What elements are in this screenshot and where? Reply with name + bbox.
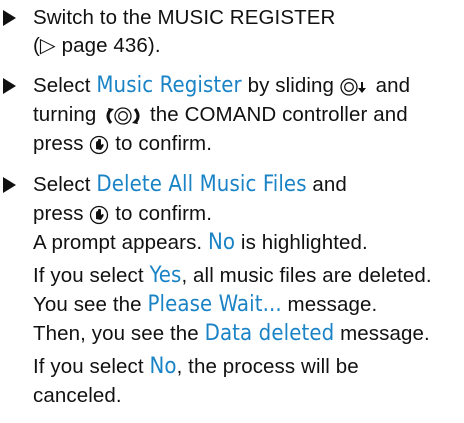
step-3-line-1: Select Delete All Music Files and <box>33 172 347 197</box>
please-wait-message: Please Wait... <box>147 292 282 317</box>
music-register-option: Music Register <box>96 73 242 98</box>
no-option: No <box>208 230 236 255</box>
controller-press-icon <box>89 205 109 225</box>
no-option: No <box>149 354 177 379</box>
step-2-line-3: press to confirm. <box>33 132 213 155</box>
controller-turn-icon <box>102 106 144 126</box>
step-2-line-2: turning the COMAND controller and <box>33 103 408 126</box>
please-wait-text: You see the Please Wait... message. <box>33 292 378 317</box>
data-deleted-text: Then, you see the Data deleted message. <box>33 321 430 346</box>
step-3-line-2: press to confirm. <box>33 202 213 225</box>
bullet-triangle-icon <box>3 10 16 26</box>
delete-all-music-files-option: Delete All Music Files <box>96 172 307 197</box>
select-no-text: If you select No, the process will be <box>33 354 359 379</box>
yes-option: Yes <box>149 263 182 288</box>
bullet-triangle-icon <box>3 177 16 193</box>
step-1-line-1: Switch to the MUSIC REGISTER <box>33 6 336 29</box>
controller-press-icon <box>89 135 109 155</box>
data-deleted-message: Data deleted <box>204 321 335 346</box>
step-1-line-2: (▷ page 436). <box>33 34 161 57</box>
controller-slide-down-icon <box>340 77 370 97</box>
bullet-triangle-icon <box>3 78 16 94</box>
step-2-line-1: Select Music Register by sliding and <box>33 73 411 98</box>
select-no-text-line-2: canceled. <box>33 384 122 407</box>
select-yes-text: If you select Yes, all music files are d… <box>33 263 432 288</box>
prompt-appears-text: A prompt appears. No is highlighted. <box>33 230 368 255</box>
